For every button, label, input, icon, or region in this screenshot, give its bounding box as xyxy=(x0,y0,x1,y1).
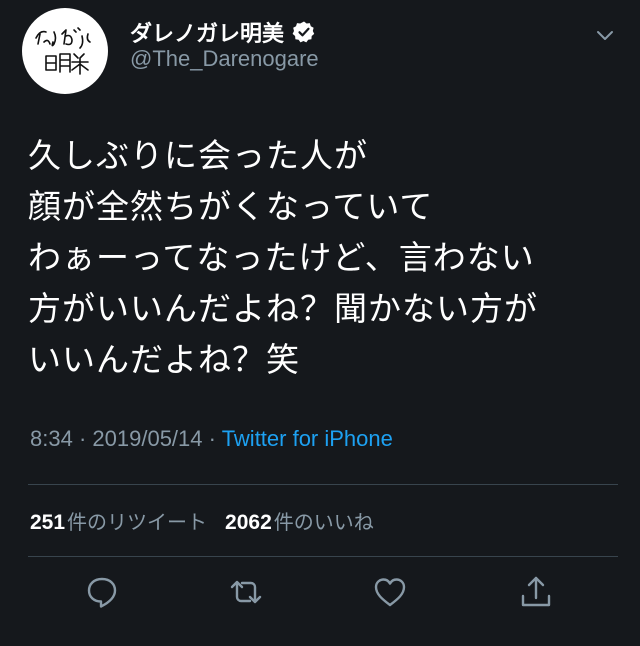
likes-count[interactable]: 2062 xyxy=(225,511,272,535)
retweet-icon[interactable] xyxy=(228,574,264,610)
tweet-source-link[interactable]: Twitter for iPhone xyxy=(222,426,393,451)
tweet-date: 2019/05/14 xyxy=(92,426,203,451)
reply-icon[interactable] xyxy=(84,574,120,610)
divider xyxy=(28,556,618,557)
like-icon[interactable] xyxy=(372,574,408,610)
author-name-row[interactable]: ダレノガレ明美 xyxy=(130,16,316,48)
tweet-detail: ダレノガレ明美 @The_Darenogare 久しぶりに会った人が 顔が全然ち… xyxy=(0,0,640,646)
likes-label[interactable]: 件のいいね xyxy=(274,506,374,535)
tweet-text-line: いいんだよね？笑 xyxy=(28,340,300,379)
tweet-text-line: 顔が全然ちがくなっていて xyxy=(28,187,434,226)
divider xyxy=(28,484,618,485)
author-display-name[interactable]: ダレノガレ明美 xyxy=(130,16,284,48)
meta-separator: · xyxy=(208,426,216,451)
avatar-handwritten-logo-icon xyxy=(35,27,91,75)
tweet-meta: 8:34 · 2019/05/14 · Twitter for iPhone xyxy=(30,426,393,452)
retweets-label[interactable]: 件のリツイート xyxy=(67,506,207,535)
chevron-down-icon[interactable] xyxy=(594,24,616,46)
avatar[interactable] xyxy=(22,8,108,94)
tweet-text-line: わぁーってなったけど、言わない xyxy=(28,238,535,277)
tweet-text-line: 方がいいんだよね？聞かない方が xyxy=(28,289,538,328)
author-handle[interactable]: @The_Darenogare xyxy=(130,46,319,72)
retweets-count[interactable]: 251 xyxy=(30,511,65,535)
verified-badge-icon xyxy=(292,20,316,44)
tweet-text: 久しぶりに会った人が 顔が全然ちがくなっていて わぁーってなったけど、言わない … xyxy=(28,130,618,385)
tweet-text-line: 久しぶりに会った人が xyxy=(28,136,368,175)
tweet-stats: 251 件のリツイート 2062 件のいいね xyxy=(30,506,392,535)
tweet-actions xyxy=(0,574,640,614)
share-icon[interactable] xyxy=(518,574,554,610)
tweet-time: 8:34 xyxy=(30,426,73,451)
meta-separator: · xyxy=(78,426,87,451)
